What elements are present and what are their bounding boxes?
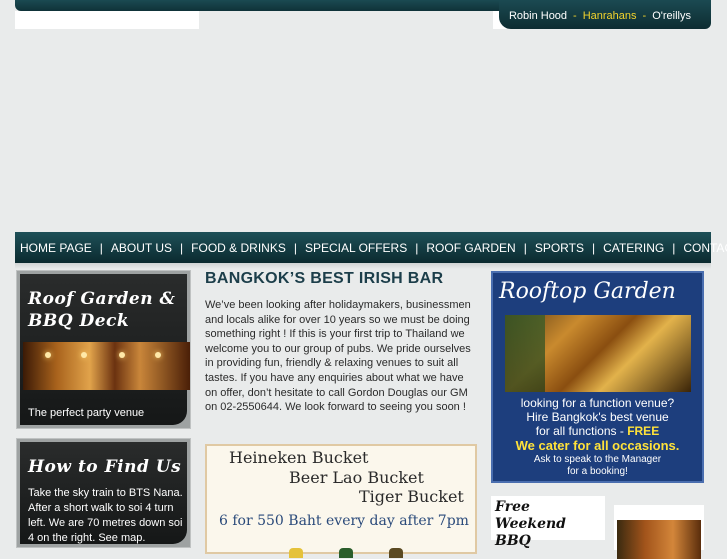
nav-roof-garden[interactable]: ROOF GARDEN: [426, 241, 515, 255]
nav-special-offers[interactable]: SPECIAL OFFERS: [305, 241, 407, 255]
rooftop-ad-line: Hire Bangkok's best venue: [526, 410, 669, 424]
page-title: BANGKOK’S BEST IRISH BAR: [205, 270, 444, 287]
rooftop-garden-photo: [505, 315, 691, 392]
promo-tiger: Tiger Bucket: [359, 487, 464, 506]
header-white-strip: [15, 11, 199, 29]
nav-separator: |: [672, 240, 676, 255]
roof-garden-promo-caption: The perfect party venue: [28, 407, 145, 419]
nav-separator: |: [293, 240, 297, 255]
lamp-light: [81, 352, 87, 358]
nav-contact[interactable]: CONTACT US: [683, 241, 727, 255]
rooftop-ad-occasions: We cater for all occasions.: [515, 438, 680, 453]
pub-link-robin-hood[interactable]: Robin Hood: [509, 10, 567, 22]
bucket-offer-banner[interactable]: Heineken Bucket Beer Lao Bucket Tiger Bu…: [205, 444, 477, 558]
rooftop-ad-title: Rooftop Garden: [499, 279, 676, 304]
pub-links: Robin Hood - Hanrahans - O'reillys: [499, 0, 711, 29]
nav-separator: |: [415, 240, 419, 255]
free-bbq-banner[interactable]: Free Weekend BBQ: [491, 496, 605, 549]
roof-garden-promo-box[interactable]: Roof Garden & BBQ Deck The perfect party…: [16, 270, 191, 429]
find-us-directions: Take the sky train to BTS Nana. After a …: [28, 487, 183, 544]
main-navigation: HOME PAGE | ABOUT US | FOOD & DRINKS | S…: [15, 232, 727, 263]
lamp-light: [119, 352, 125, 358]
rooftop-ad-functions: for all functions -: [535, 424, 624, 438]
find-us-panel: How to Find Us Take the sky train to BTS…: [20, 442, 187, 544]
bbq-skewers-image: [617, 520, 701, 559]
bottle-cap-image: [289, 548, 303, 558]
bottle-cap-image: [339, 548, 353, 558]
nav-separator: |: [180, 240, 184, 255]
bottle-cap-image: [389, 548, 403, 558]
rooftop-ad-free: FREE: [627, 424, 660, 438]
rooftop-garden-ad[interactable]: Rooftop Garden looking for a function ve…: [491, 271, 704, 483]
pub-link-separator: -: [573, 10, 577, 22]
nav-separator: |: [591, 240, 596, 255]
rooftop-ad-line: for a booking!: [567, 466, 628, 477]
nav-separator: |: [99, 240, 103, 255]
rooftop-ad-line: looking for a function venue?: [520, 396, 675, 410]
find-us-box[interactable]: How to Find Us Take the sky train to BTS…: [16, 438, 191, 548]
nav-separator: |: [523, 240, 527, 255]
roof-garden-promo-panel: Roof Garden & BBQ Deck The perfect party…: [20, 274, 190, 425]
lamp-light: [155, 352, 161, 358]
plant-foliage: [505, 315, 545, 392]
free-bbq-title: Free Weekend BBQ: [495, 499, 605, 550]
rooftop-ad-line: for all functions - FREE: [493, 424, 702, 438]
free-bbq-title-line: BBQ: [495, 533, 531, 549]
bar-interior-photo: [23, 342, 190, 390]
pub-link-separator: -: [642, 10, 647, 22]
nav-sports[interactable]: SPORTS: [535, 241, 584, 255]
promo-heineken: Heineken Bucket: [229, 448, 369, 467]
rooftop-ad-line: Ask to speak to the Manager: [533, 454, 662, 465]
nav-catering[interactable]: CATERING: [603, 241, 664, 255]
pub-link-oreillys[interactable]: O'reillys: [652, 10, 691, 22]
lamp-light: [45, 352, 51, 358]
roof-garden-promo-title: Roof Garden & BBQ Deck: [28, 289, 176, 331]
intro-paragraph: We’ve been looking after holidaymakers, …: [205, 299, 471, 414]
nav-home[interactable]: HOME PAGE: [20, 241, 92, 255]
rooftop-ad-text: looking for a function venue? Hire Bangk…: [493, 396, 702, 478]
nav-food-drinks[interactable]: FOOD & DRINKS: [191, 241, 286, 255]
find-us-title: How to Find Us: [28, 457, 182, 477]
promo-beer-lao: Beer Lao Bucket: [289, 468, 424, 487]
bbq-food-photo[interactable]: [614, 505, 704, 559]
promo-price: 6 for 550 Baht every day after 7pm: [219, 513, 469, 529]
pub-link-hanrahans[interactable]: Hanrahans: [583, 10, 637, 22]
nav-shadow: [15, 263, 711, 269]
nav-about[interactable]: ABOUT US: [111, 241, 172, 255]
free-bbq-title-line: Free Weekend: [495, 499, 566, 532]
